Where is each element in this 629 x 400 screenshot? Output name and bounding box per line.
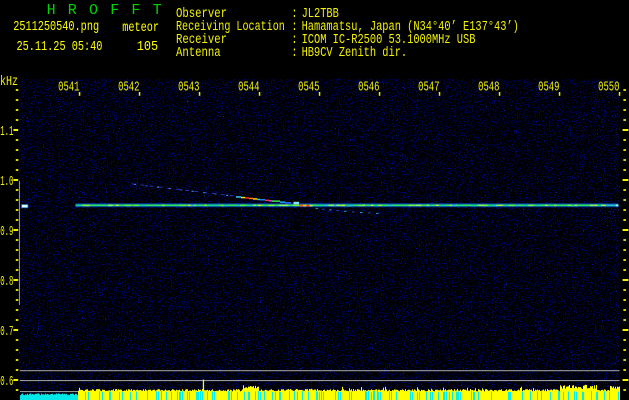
svg-text:0547: 0547 [418, 78, 439, 95]
svg-text::: : [291, 45, 297, 61]
svg-text:0.8: 0.8 [0, 275, 13, 290]
svg-text:HB9CV Zenith dir.: HB9CV Zenith dir. [302, 44, 408, 60]
svg-text:0.9: 0.9 [0, 225, 13, 240]
svg-text:0545: 0545 [298, 78, 319, 95]
svg-text:0541: 0541 [58, 78, 79, 95]
svg-text:Antenna: Antenna [176, 45, 221, 61]
svg-text:0550: 0550 [598, 78, 619, 95]
svg-text:0543: 0543 [178, 78, 199, 95]
svg-text:0.6: 0.6 [0, 375, 13, 390]
svg-text:0548: 0548 [478, 78, 499, 95]
svg-text:kHz: kHz [0, 73, 18, 89]
svg-text:H R O F F T: H R O F F T [47, 2, 164, 19]
svg-text:0542: 0542 [118, 78, 139, 95]
svg-text:0549: 0549 [538, 78, 559, 95]
svg-text:0544: 0544 [238, 78, 259, 95]
svg-text:0546: 0546 [358, 78, 379, 95]
svg-text:1.1: 1.1 [0, 125, 13, 140]
svg-text:meteor: meteor [122, 20, 159, 36]
svg-text:1.0: 1.0 [0, 175, 13, 190]
svg-text:2511250540.png: 2511250540.png [13, 19, 99, 35]
svg-text:25.11.25 05:40: 25.11.25 05:40 [17, 39, 103, 55]
svg-text:0.7: 0.7 [0, 325, 13, 340]
svg-text:105: 105 [137, 38, 158, 54]
